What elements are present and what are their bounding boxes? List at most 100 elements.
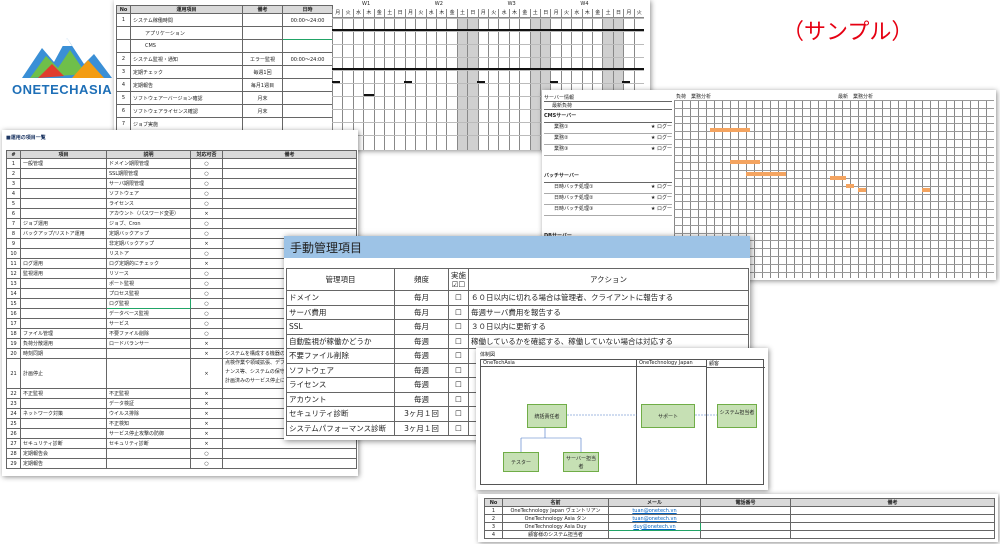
table-row: 1 OneTechnology Japan ヴェントリアン tuan@onetech…	[484, 506, 995, 515]
pm-box: 統括責任者	[527, 404, 567, 428]
table-row: 5 ライセンス ○	[6, 198, 357, 209]
day-label: 月	[624, 9, 634, 18]
gantt-day-col	[770, 100, 778, 278]
gantt-day-col	[914, 100, 922, 278]
row-support: ○	[190, 268, 223, 279]
row-support: ○	[190, 328, 223, 339]
row-item	[20, 208, 107, 219]
table-row: 2 SSL期限管理 ○	[6, 168, 357, 179]
day-label: 金	[593, 9, 603, 18]
manual-header-row: 管理項目 頻度 実施 ☑☐ アクション	[286, 268, 749, 291]
sys-box-label: システム担当者	[719, 410, 755, 416]
gantt-day-col	[946, 100, 954, 278]
gantt-day-col	[978, 100, 986, 278]
row-note	[790, 522, 995, 531]
row-desc: プロセス監視	[106, 288, 191, 299]
row-no: 29	[6, 458, 21, 469]
day-label: 火	[489, 9, 499, 18]
row-no: 5	[6, 198, 21, 209]
row-phone	[700, 506, 791, 515]
monthly-report-marker	[364, 94, 374, 96]
done-checkbox[interactable]: ☐	[448, 319, 469, 335]
row-support: ○	[190, 228, 223, 239]
done-checkbox[interactable]: ☐	[448, 333, 469, 349]
done-checkbox[interactable]: ☐	[448, 377, 469, 393]
row-note: エラー監視	[242, 52, 283, 66]
gantt-row-line	[674, 232, 994, 234]
gantt-bar	[710, 128, 750, 132]
row-item	[20, 398, 107, 409]
row-desc	[106, 358, 191, 389]
gantt-row-line	[674, 107, 994, 109]
gantt-bar	[746, 172, 786, 176]
col-no: No	[484, 498, 503, 507]
row-desc: 不正監視	[106, 388, 191, 399]
col-name: 名前	[502, 498, 609, 507]
row-no: 28	[6, 448, 21, 459]
col-freq: 頻度	[394, 268, 449, 291]
row-item: システムパフォーマンス診断	[286, 420, 395, 436]
day-label: 土	[603, 9, 613, 18]
row-desc: 定期バックアップ	[106, 228, 191, 239]
row-support: ○	[190, 158, 223, 169]
gantt-day-col	[882, 100, 890, 278]
gantt-day-col	[762, 100, 770, 278]
row-desc: ジョブ、Cron	[106, 218, 191, 229]
gantt-day-col	[834, 100, 842, 278]
row-note: 毎月1週目	[242, 78, 283, 92]
row-note: 毎週1回	[242, 65, 283, 79]
table-row: サーバ費用 毎月 ☐ 毎週サーバ費用を報告する	[286, 304, 749, 320]
done-checkbox[interactable]: ☐	[448, 362, 469, 378]
row-desc: ポート監視	[106, 278, 191, 289]
row-note	[242, 39, 283, 53]
day-label: 木	[509, 9, 520, 18]
row-no: 27	[6, 438, 21, 449]
task-name: 業務③	[554, 146, 569, 152]
gantt-day-col	[898, 100, 906, 278]
row-freq: 毎週	[394, 362, 449, 378]
gantt-day-col	[866, 100, 874, 278]
row-item: ジョブ運用	[20, 218, 107, 229]
row-item	[20, 278, 107, 289]
row-item: システム監視・通知	[130, 52, 243, 66]
row-support: ○	[190, 448, 223, 459]
done-checkbox[interactable]: ☐	[448, 348, 469, 364]
gantt-day-col	[874, 100, 882, 278]
gantt-day-col	[810, 100, 818, 278]
table-row: 2 OneTechnology Asia タン tuan@onetech.vn	[484, 514, 995, 523]
gantt-title-a: 負荷 業務分析	[676, 94, 712, 100]
row-no: 1	[484, 506, 503, 515]
row-no: 2	[116, 52, 131, 66]
gantt-day-col	[786, 100, 794, 278]
table-row: 28 定期報告会 ○	[6, 448, 357, 459]
row-time	[282, 78, 333, 92]
done-checkbox[interactable]: ☐	[448, 290, 469, 306]
row-name: OneTechnology Asia タン	[502, 514, 609, 523]
row-item: サーバ費用	[286, 304, 395, 320]
row-item	[20, 288, 107, 299]
row-no: 1	[6, 158, 21, 169]
row-freq: 3ヶ月１回	[394, 420, 449, 436]
col-note: 備考	[222, 150, 357, 159]
row-no: 2	[6, 168, 21, 179]
done-checkbox[interactable]: ☐	[448, 406, 469, 422]
done-checkbox[interactable]: ☐	[448, 304, 469, 320]
row-desc: 不要ファイル削除	[106, 328, 191, 339]
row-no: 6	[116, 104, 131, 118]
row-desc: ライセンス	[106, 198, 191, 209]
done-checkbox[interactable]: ☐	[448, 391, 469, 407]
row-no: 8	[6, 228, 21, 239]
row-note	[222, 208, 357, 219]
row-desc: サービス	[106, 318, 191, 329]
row-note: 月末	[242, 91, 283, 105]
row-no: 2	[484, 514, 503, 523]
row-note	[222, 198, 357, 209]
row-support: ×	[190, 338, 223, 349]
row-time	[282, 91, 333, 105]
table-row: 27 セキュリティ診断 セキュリティ診断 ×	[6, 438, 357, 449]
gantt-row-line	[674, 185, 994, 187]
row-desc: ログ定期的にチェック	[106, 258, 191, 269]
done-checkbox[interactable]: ☐	[448, 420, 469, 436]
row-item: SSL	[286, 319, 395, 335]
